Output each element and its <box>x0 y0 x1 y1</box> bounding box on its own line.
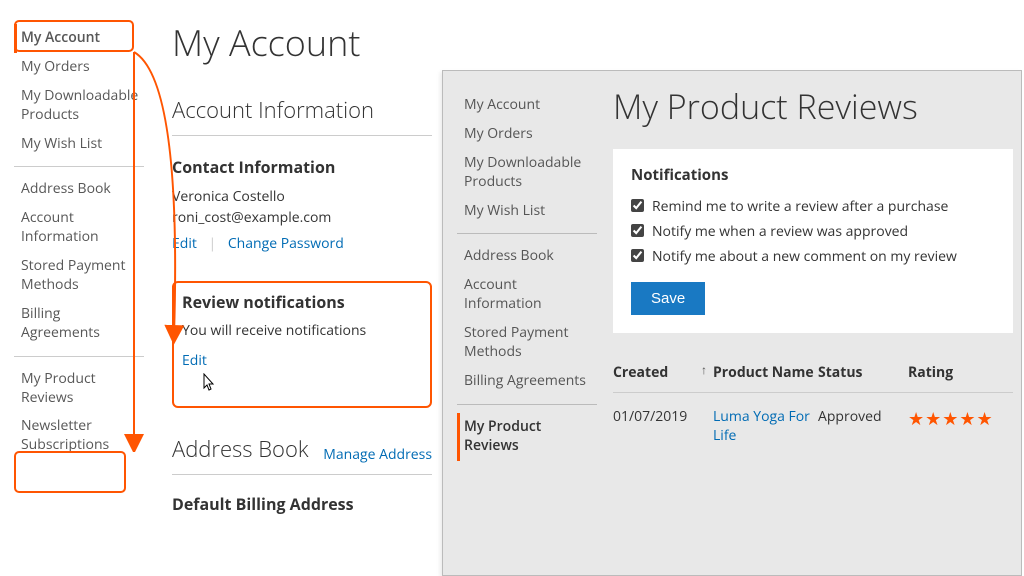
rating-stars-icon: ★★★★★ <box>908 407 998 445</box>
notif-checkbox-remind[interactable] <box>631 199 644 212</box>
notifications-heading: Notifications <box>631 165 995 185</box>
reviews-sidebar: My Account My Orders My Downloadable Pro… <box>457 91 597 477</box>
cell-status: Approved <box>818 407 908 445</box>
col-created[interactable]: Created ↑ <box>613 363 713 382</box>
sidebar-item-address-book[interactable]: Address Book <box>14 175 144 204</box>
review-notifications-heading: Review notifications <box>182 291 416 313</box>
account-page: My Account My Orders My Downloadable Pro… <box>2 0 440 10</box>
col-product-name[interactable]: Product Name <box>713 363 818 382</box>
sidebar-item-my-account[interactable]: My Account <box>457 91 597 120</box>
address-book-header: Address Book Manage Address <box>172 434 432 475</box>
sidebar-item-my-account[interactable]: My Account <box>14 24 144 53</box>
notif-option-approved[interactable]: Notify me when a review was approved <box>631 222 995 241</box>
sidebar-item-stored-payment[interactable]: Stored Payment Methods <box>457 319 597 367</box>
sidebar-item-account-info[interactable]: Account Information <box>14 204 144 252</box>
page-title: My Product Reviews <box>613 83 1013 129</box>
sidebar-item-wish-list[interactable]: My Wish List <box>457 197 597 226</box>
notifications-card: Notifications Remind me to write a revie… <box>613 149 1013 333</box>
notif-label: Notify me when a review was approved <box>652 222 908 241</box>
col-label: Created <box>613 363 668 382</box>
notif-label: Remind me to write a review after a purc… <box>652 197 948 216</box>
reviews-content: My Product Reviews Notifications Remind … <box>613 83 1013 445</box>
edit-contact-link[interactable]: Edit <box>172 234 197 253</box>
page-title: My Account <box>172 18 432 67</box>
table-row: 01/07/2019 Luma Yoga For Life Approved ★… <box>613 393 1013 445</box>
account-sidebar: My Account My Orders My Downloadable Pro… <box>14 24 144 476</box>
review-notifications-text: You will receive notifications <box>182 321 416 340</box>
contact-email: roni_cost@example.com <box>172 207 432 228</box>
cell-created: 01/07/2019 <box>613 407 713 445</box>
manage-addresses-link[interactable]: Manage Address <box>323 445 432 464</box>
notif-label: Notify me about a new comment on my revi… <box>652 247 957 266</box>
change-password-link[interactable]: Change Password <box>228 234 344 253</box>
sidebar-item-downloadable[interactable]: My Downloadable Products <box>457 149 597 197</box>
product-reviews-page: My Account My Orders My Downloadable Pro… <box>442 70 1022 576</box>
edit-review-notifications-link[interactable]: Edit <box>182 351 207 370</box>
sidebar-item-product-reviews[interactable]: My Product Reviews <box>457 413 597 461</box>
notif-option-remind[interactable]: Remind me to write a review after a purc… <box>631 197 995 216</box>
default-billing-heading: Default Billing Address <box>172 493 354 515</box>
section-address-book: Address Book <box>172 434 309 464</box>
cursor-pointer-icon <box>198 373 218 400</box>
sidebar-item-account-info[interactable]: Account Information <box>457 271 597 319</box>
sidebar-item-billing-agreements[interactable]: Billing Agreements <box>14 300 144 348</box>
sidebar-item-downloadable[interactable]: My Downloadable Products <box>14 82 144 130</box>
sidebar-item-newsletter[interactable]: Newsletter Subscriptions <box>14 412 144 460</box>
sidebar-item-wish-list[interactable]: My Wish List <box>14 130 144 159</box>
sidebar-item-stored-payment[interactable]: Stored Payment Methods <box>14 252 144 300</box>
section-account-info: Account Information <box>172 95 432 136</box>
notif-checkbox-approved[interactable] <box>631 224 644 237</box>
sidebar-item-address-book[interactable]: Address Book <box>457 242 597 271</box>
contact-name: Veronica Costello <box>172 186 432 207</box>
sidebar-item-product-reviews[interactable]: My Product Reviews <box>14 365 144 413</box>
sidebar-item-billing-agreements[interactable]: Billing Agreements <box>457 367 597 396</box>
col-status[interactable]: Status <box>818 363 908 382</box>
product-link[interactable]: Luma Yoga For Life <box>713 407 810 445</box>
table-header: Created ↑ Product Name Status Rating <box>613 363 1013 393</box>
notif-option-comment[interactable]: Notify me about a new comment on my revi… <box>631 247 995 266</box>
account-content: My Account Account Information Contact I… <box>172 18 432 515</box>
separator: | <box>209 234 217 253</box>
review-notifications-block: Review notifications You will receive no… <box>172 281 432 408</box>
sort-asc-icon: ↑ <box>701 361 707 378</box>
contact-info-heading: Contact Information <box>172 156 432 178</box>
notif-checkbox-comment[interactable] <box>631 249 644 262</box>
sidebar-item-my-orders[interactable]: My Orders <box>14 53 144 82</box>
reviews-table: Created ↑ Product Name Status Rating 01/0… <box>613 363 1013 445</box>
col-rating[interactable]: Rating <box>908 363 998 382</box>
contact-info-block: Contact Information Veronica Costello ro… <box>172 156 432 253</box>
sidebar-item-my-orders[interactable]: My Orders <box>457 120 597 149</box>
save-button[interactable]: Save <box>631 282 705 315</box>
